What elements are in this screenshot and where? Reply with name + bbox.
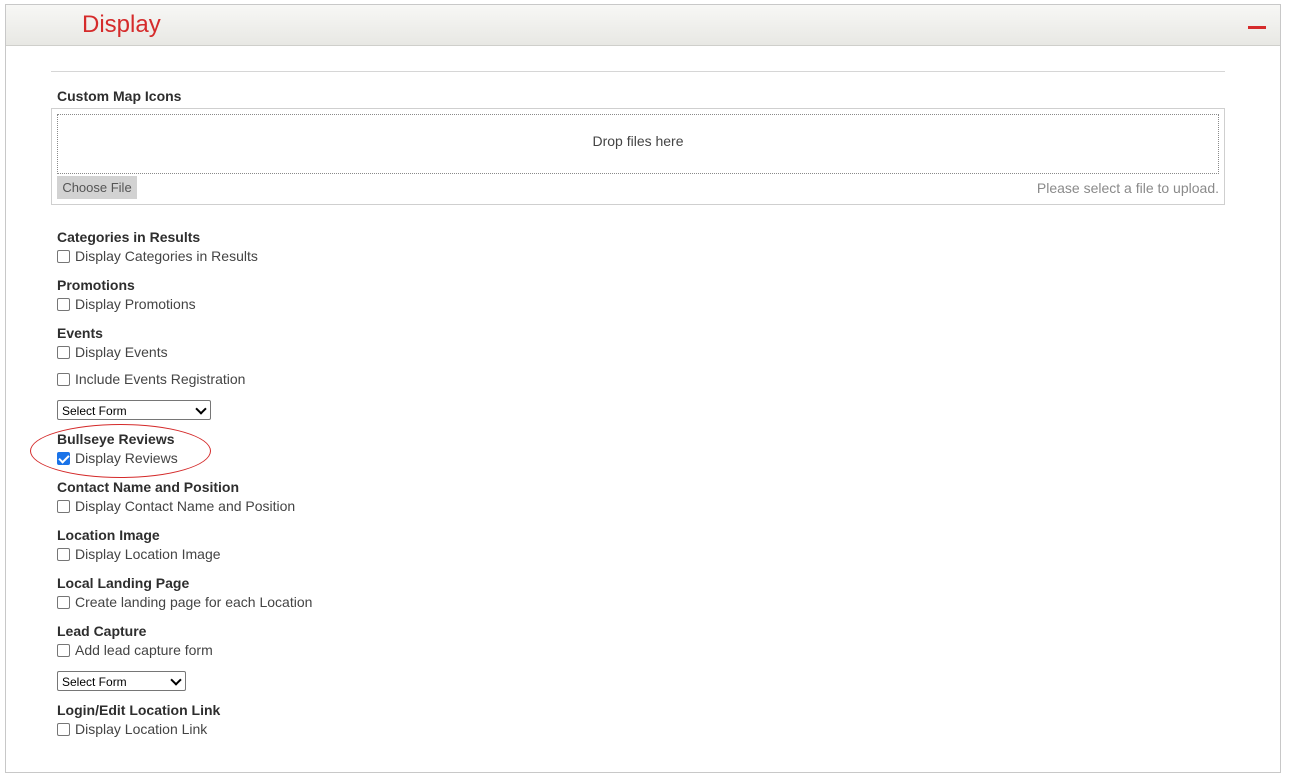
login-title: Login/Edit Location Link [57, 702, 221, 718]
display-events-checkbox[interactable] [57, 346, 70, 359]
display-reviews-checkbox[interactable] [57, 452, 70, 465]
panel-header: Display [6, 5, 1280, 46]
choose-file-button[interactable]: Choose File [57, 176, 137, 199]
contact-title: Contact Name and Position [57, 479, 240, 495]
lead-form-select-value: Select Form [62, 675, 127, 689]
location-image-title: Location Image [57, 527, 160, 543]
events-title: Events [57, 325, 103, 341]
file-upload-box: Drop files here Choose File Please selec… [51, 108, 1225, 205]
divider [51, 71, 1225, 72]
include-events-registration-checkbox[interactable] [57, 373, 70, 386]
minus-icon[interactable] [1246, 17, 1268, 35]
custom-map-icons-label: Custom Map Icons [57, 88, 182, 104]
lead-label[interactable]: Add lead capture form [75, 642, 213, 658]
display-events-label[interactable]: Display Events [75, 344, 168, 360]
display-reviews-label[interactable]: Display Reviews [75, 450, 178, 466]
login-label[interactable]: Display Location Link [75, 721, 207, 737]
login-checkbox[interactable] [57, 723, 70, 736]
lead-form-select[interactable]: Select Form [57, 671, 186, 691]
landing-label[interactable]: Create landing page for each Location [75, 594, 312, 610]
dropzone[interactable]: Drop files here [57, 114, 1219, 174]
upload-hint: Please select a file to upload. [1036, 180, 1219, 196]
events-form-select-value: Select Form [62, 404, 127, 418]
promotions-title: Promotions [57, 277, 135, 293]
panel-title: Display [82, 11, 161, 38]
events-form-select[interactable]: Select Form [57, 400, 211, 420]
categories-title: Categories in Results [57, 229, 201, 245]
lead-title: Lead Capture [57, 623, 147, 639]
display-promotions-checkbox[interactable] [57, 298, 70, 311]
display-categories-label[interactable]: Display Categories in Results [75, 248, 258, 264]
display-categories-checkbox[interactable] [57, 250, 70, 263]
chevron-down-icon [195, 403, 207, 415]
landing-checkbox[interactable] [57, 596, 70, 609]
chevron-down-icon [170, 674, 182, 686]
display-location-image-label[interactable]: Display Location Image [75, 546, 221, 562]
reviews-title: Bullseye Reviews [57, 431, 175, 447]
lead-checkbox[interactable] [57, 644, 70, 657]
display-location-image-checkbox[interactable] [57, 548, 70, 561]
display-promotions-label[interactable]: Display Promotions [75, 296, 196, 312]
landing-title: Local Landing Page [57, 575, 190, 591]
include-events-registration-label[interactable]: Include Events Registration [75, 371, 245, 387]
display-contact-checkbox[interactable] [57, 500, 70, 513]
display-contact-label[interactable]: Display Contact Name and Position [75, 498, 295, 514]
